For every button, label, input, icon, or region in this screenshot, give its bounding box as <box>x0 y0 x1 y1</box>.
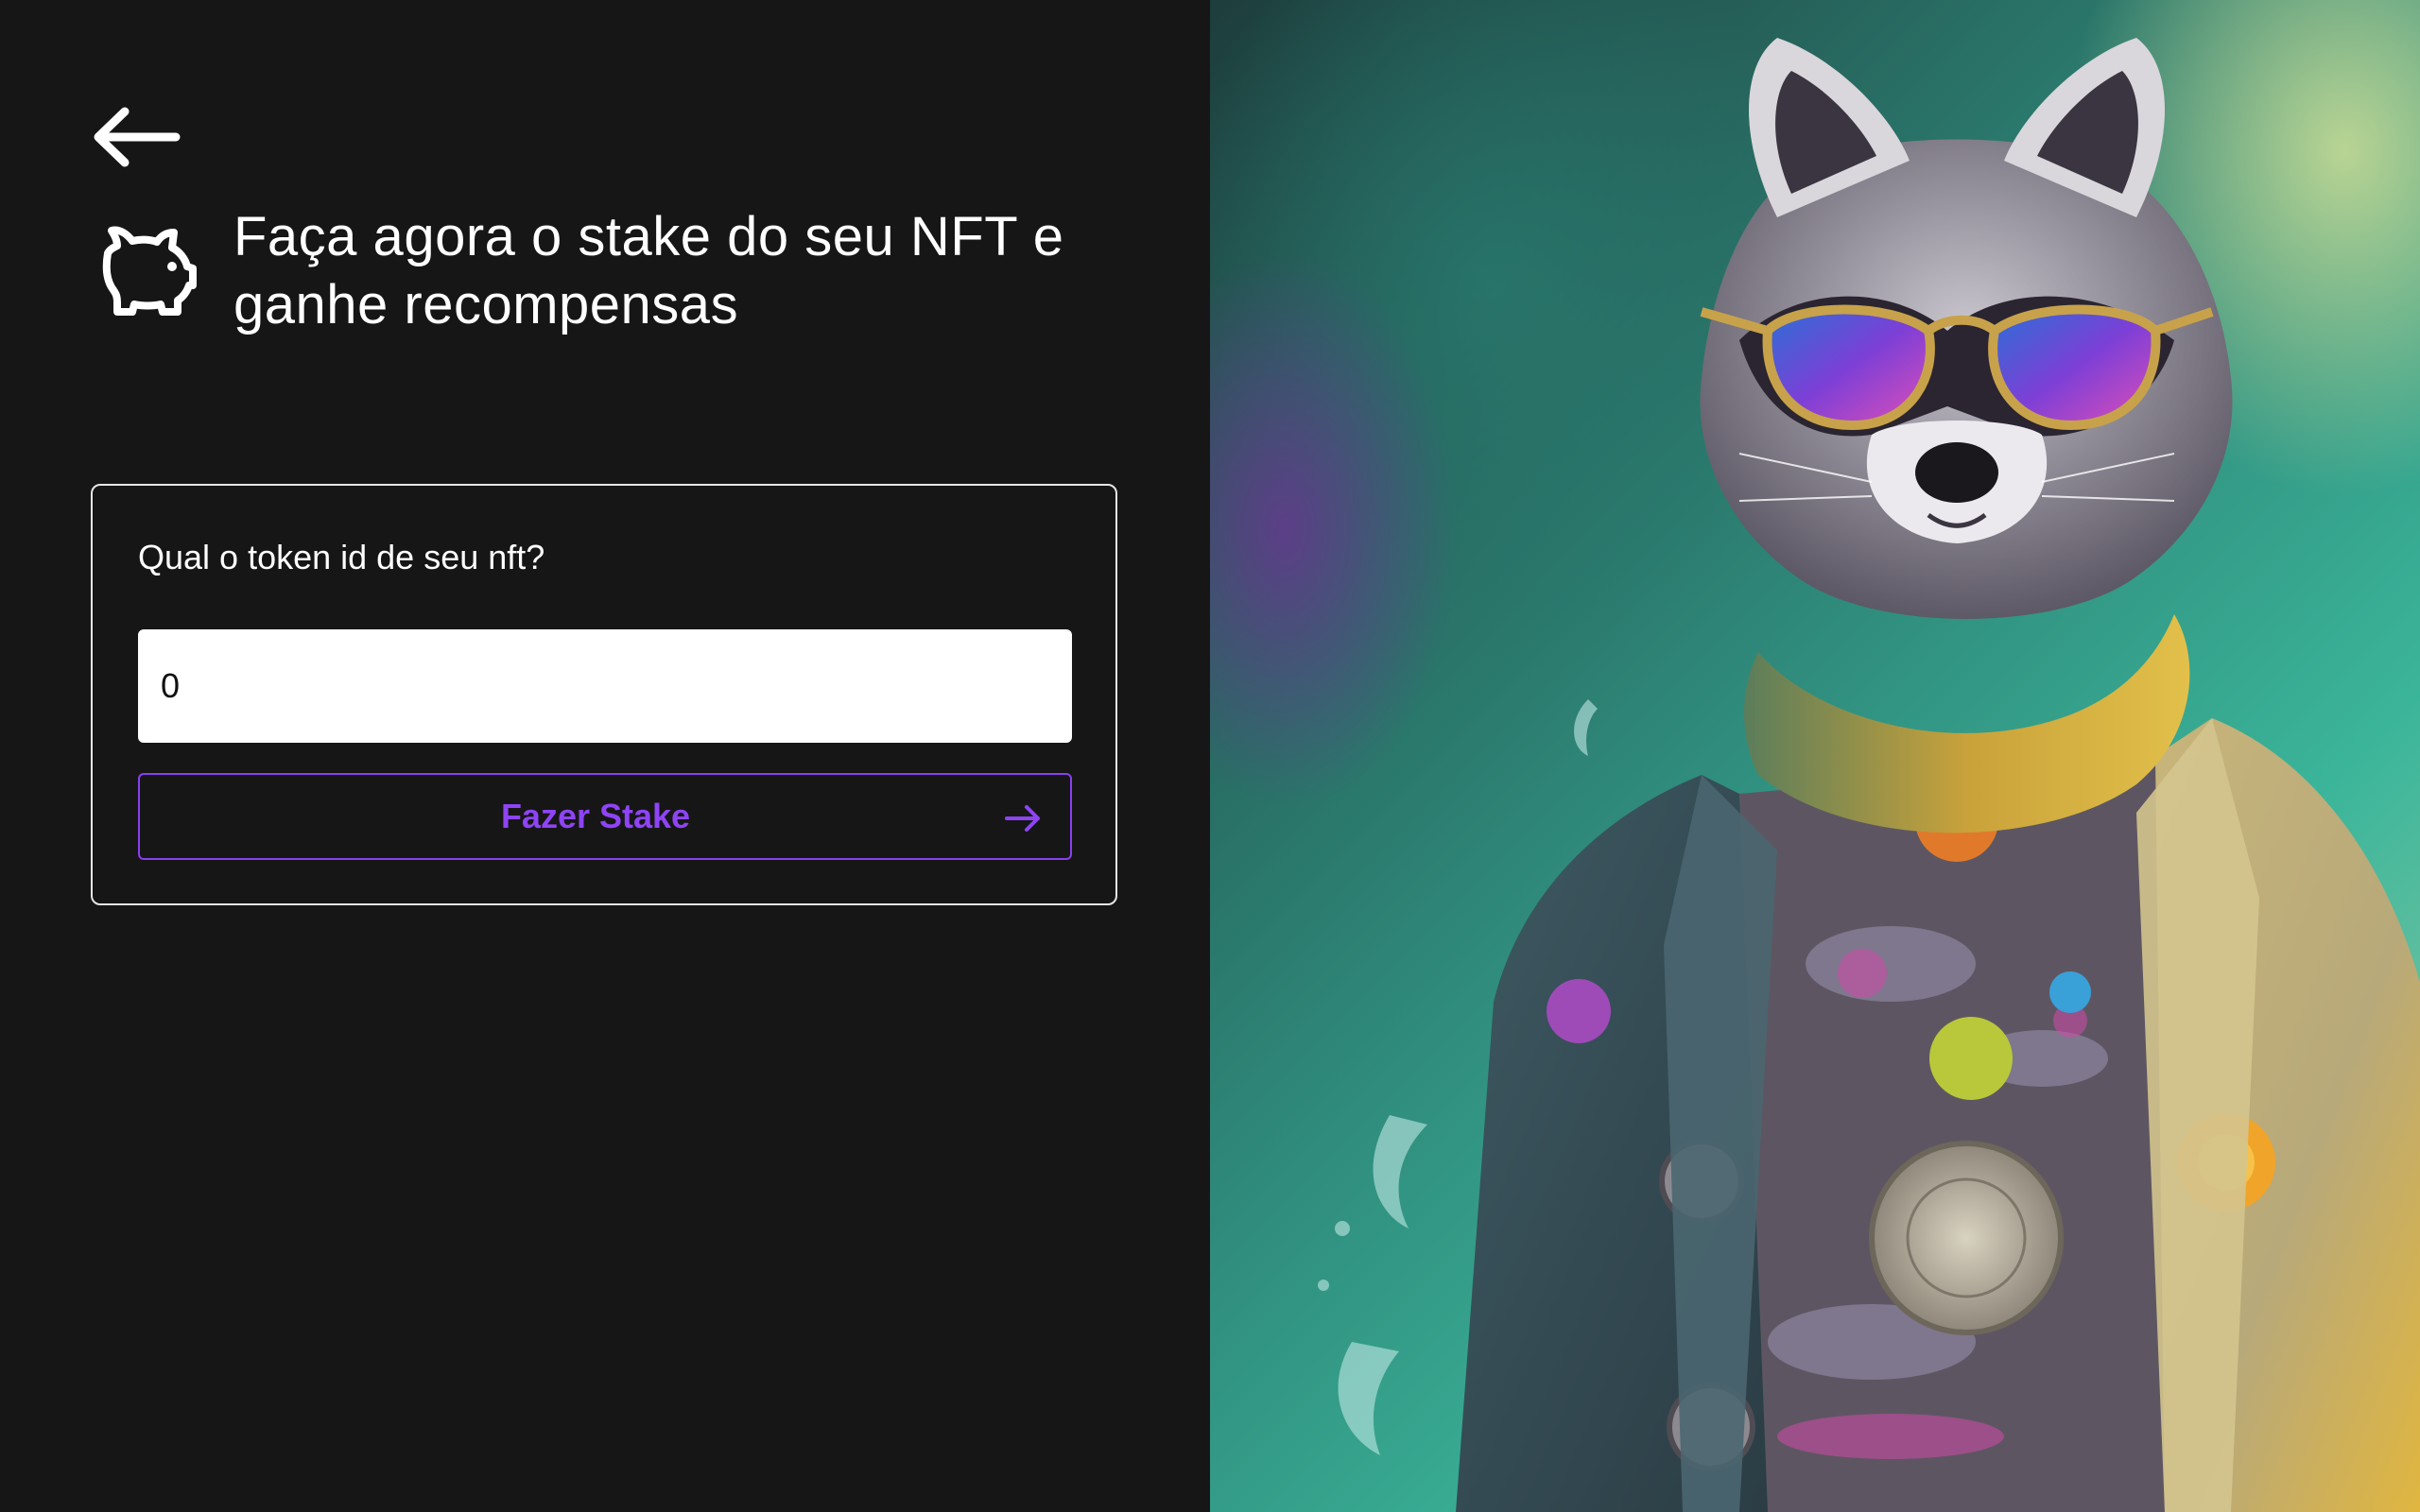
arrow-left-icon <box>94 107 181 167</box>
stake-form-card: Qual o token id de seu nft? Fazer Stake <box>91 484 1117 905</box>
nft-hero-image <box>1210 0 2420 1512</box>
raccoon-nft-illustration <box>1318 38 2420 1512</box>
page-title: Faça agora o stake do seu NFT e ganhe re… <box>233 203 1063 339</box>
token-id-input[interactable] <box>138 629 1072 743</box>
stake-button-label: Fazer Stake <box>500 797 691 835</box>
stake-button[interactable]: Fazer Stake <box>138 773 1072 860</box>
arrow-right-icon <box>1005 805 1040 832</box>
back-button[interactable] <box>89 104 183 170</box>
page-title-line-1: Faça agora o stake do seu NFT e <box>233 206 1064 267</box>
left-panel: Faça agora o stake do seu NFT e ganhe re… <box>0 0 1210 1512</box>
page-title-line-2: ganhe recompensas <box>233 274 739 335</box>
stake-page: Faça agora o stake do seu NFT e ganhe re… <box>0 0 2420 1512</box>
page-header: Faça agora o stake do seu NFT e ganhe re… <box>95 203 1163 339</box>
token-id-label: Qual o token id de seu nft? <box>138 538 545 576</box>
piggy-bank-icon <box>102 226 197 316</box>
